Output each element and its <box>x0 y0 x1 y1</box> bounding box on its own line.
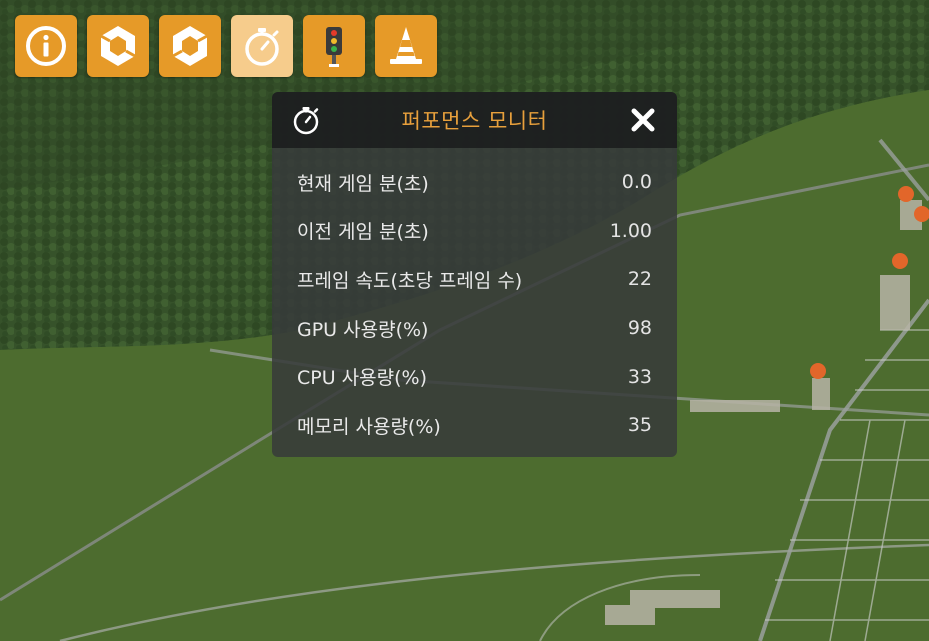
stat-value: 1.00 <box>609 219 652 242</box>
stat-row-gpu-usage: GPU 사용량(%) 98 <box>272 304 677 353</box>
stats-list: 현재 게임 분(초) 0.0 이전 게임 분(초) 1.00 프레임 속도(초당… <box>272 148 677 450</box>
stat-value: 22 <box>627 268 652 291</box>
stat-value: 33 <box>627 365 652 388</box>
stopwatch-icon <box>245 28 279 66</box>
stat-row-memory-usage: 메모리 사용량(%) 35 <box>272 401 677 450</box>
traffic-light-icon <box>326 27 342 67</box>
close-icon[interactable] <box>629 106 657 134</box>
hexagon-ring-alt-icon <box>172 26 208 66</box>
toolbar <box>15 15 437 77</box>
stat-label: GPU 사용량(%) <box>297 318 429 341</box>
zoning-button[interactable] <box>87 15 149 77</box>
stat-row-cpu-usage: CPU 사용량(%) 33 <box>272 352 677 401</box>
stat-value: 35 <box>627 414 652 437</box>
panel-title: 퍼포먼스 모니터 <box>401 109 548 133</box>
road-maintenance-button[interactable] <box>375 15 437 77</box>
traffic-routes-button[interactable] <box>303 15 365 77</box>
stat-value: 0.0 <box>621 171 652 194</box>
districts-button[interactable] <box>159 15 221 77</box>
stat-label: 이전 게임 분(초) <box>297 221 429 244</box>
stat-label: 메모리 사용량(%) <box>297 415 441 438</box>
stat-label: CPU 사용량(%) <box>297 367 427 390</box>
info-button[interactable] <box>15 15 77 77</box>
hexagon-ring-icon <box>100 26 136 66</box>
stat-value: 98 <box>627 317 652 340</box>
stat-row-previous-game-minute: 이전 게임 분(초) 1.00 <box>272 207 677 256</box>
performance-monitor-button[interactable] <box>231 15 293 77</box>
stopwatch-icon <box>293 107 319 135</box>
performance-monitor-panel: 퍼포먼스 모니터 현재 게임 분(초) 0.0 이전 게임 분(초) 1.00 … <box>272 92 677 457</box>
panel-header[interactable]: 퍼포먼스 모니터 <box>272 92 677 148</box>
traffic-cone-icon <box>390 27 422 64</box>
stat-row-current-game-minute: 현재 게임 분(초) 0.0 <box>272 158 677 207</box>
stat-row-frame-rate: 프레임 속도(초당 프레임 수) 22 <box>272 255 677 304</box>
stat-label: 프레임 속도(초당 프레임 수) <box>297 269 523 292</box>
info-icon <box>26 26 66 66</box>
stat-label: 현재 게임 분(초) <box>297 172 429 195</box>
